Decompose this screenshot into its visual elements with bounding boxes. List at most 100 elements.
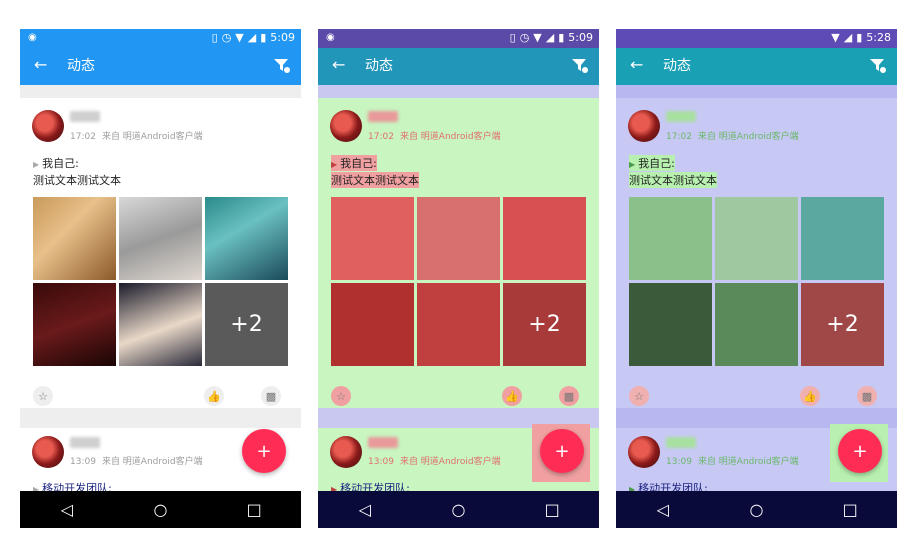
user-name-blurred [666,437,696,448]
avatar[interactable] [628,110,660,142]
back-arrow-icon[interactable]: ← [630,56,643,74]
square-recent-icon[interactable]: □ [540,498,564,522]
avatar[interactable] [330,436,362,468]
painting-image[interactable] [801,197,884,280]
post-text: 测试文本测试文本 [33,174,121,187]
portrait-image[interactable] [119,283,202,366]
post-card[interactable]: 17:02 来自 明道Android客户端 ▶ 我自己: 测试文本测试文本 +2 ☆… [318,98,599,408]
post-time: 17:02 [666,132,692,142]
cat-image[interactable] [119,197,202,280]
star-button[interactable]: ☆ [33,386,53,406]
like-button[interactable]: 👍 [800,386,820,406]
more-count: +2 [528,312,561,337]
more-count: +2 [230,312,263,337]
play-triangle-icon: ▶ [629,160,636,169]
avatar[interactable] [628,436,660,468]
post-meta: 13:09 来自 明道Android客户端 [70,454,203,467]
post-mention: ▶ 我自己: [33,157,79,170]
dark-poster-image[interactable] [629,283,712,366]
post-mention: ▶ 移动开发团队: [331,480,410,491]
play-triangle-icon: ▶ [33,160,40,169]
vibrate-icon: ▯ [509,31,516,44]
post-actions: ☆ 👍 ▩ [20,386,301,408]
post-time: 17:02 [70,132,96,142]
post-card[interactable]: 17:02 来自 明道Android客户端 ▶ 我自己: 测试文本测试文本 +2 ☆… [616,98,897,408]
signal-icon: ◢ [247,31,257,44]
user-name-blurred [368,437,398,448]
filter-icon[interactable] [571,57,589,75]
comment-button[interactable]: ▩ [261,386,281,406]
post-meta: 13:09 来自 明道Android客户端 [666,454,799,467]
user-name-blurred [70,111,100,122]
phone-screen-2: ◉ ▯ ◷ ▼ ◢ ▮ 5:09 ← 动态 17:02 来自 明道Android客… [318,29,599,528]
nav-bar: ◁ ○ □ [20,491,301,528]
dog-image[interactable] [629,197,712,280]
star-button[interactable]: ☆ [331,386,351,406]
dog-image[interactable] [33,197,116,280]
signal-icon: ◢ [545,31,555,44]
painting-image[interactable] [205,197,288,280]
dog-image[interactable] [331,197,414,280]
add-fab-button[interactable]: + [838,429,882,473]
battery-icon: ▮ [260,31,267,44]
triangle-back-icon[interactable]: ◁ [353,498,377,522]
add-fab-button[interactable]: + [540,429,584,473]
avatar[interactable] [330,110,362,142]
more-images-tile[interactable]: +2 [801,283,884,366]
app-bar: ← 动态 [616,48,897,85]
app-bar: ← 动态 [318,48,599,85]
wifi-icon: ▼ [235,31,244,44]
status-time: 5:28 [866,31,891,44]
status-time: 5:09 [568,31,593,44]
portrait-image[interactable] [715,283,798,366]
post-source: 来自 明道Android客户端 [101,457,203,467]
square-recent-icon[interactable]: □ [242,498,266,522]
add-fab-button[interactable]: + [242,429,286,473]
circle-home-icon[interactable]: ○ [148,498,172,522]
circle-home-icon[interactable]: ○ [446,498,470,522]
page-title: 动态 [67,58,95,74]
post-mention: ▶ 我自己: [331,155,377,171]
battery-icon: ▮ [558,31,565,44]
more-images-tile[interactable]: +2 [205,283,288,366]
dark-poster-image[interactable] [331,283,414,366]
triangle-back-icon[interactable]: ◁ [55,498,79,522]
post-time: 13:09 [70,457,96,467]
star-button[interactable]: ☆ [629,386,649,406]
post-mention: ▶ 我自己: [629,155,675,171]
triangle-back-icon[interactable]: ◁ [651,498,675,522]
user-name-blurred [70,437,100,448]
avatar[interactable] [32,436,64,468]
back-arrow-icon[interactable]: ← [34,56,47,74]
dark-poster-image[interactable] [33,283,116,366]
portrait-image[interactable] [417,283,500,366]
post-source: 来自 明道Android客户端 [697,457,799,467]
battery-icon: ▮ [856,31,863,44]
filter-icon[interactable] [273,57,291,75]
status-bar: ◉ ▯ ◷ ▼ ◢ ▮ 5:09 [318,29,599,48]
post-time: 13:09 [368,457,394,467]
like-button[interactable]: 👍 [204,386,224,406]
comment-button[interactable]: ▩ [857,386,877,406]
post-card[interactable]: 17:02 来自 明道Android客户端 ▶ 我自己: 测试文本测试文本 +2 ☆… [20,98,301,408]
square-recent-icon[interactable]: □ [838,498,862,522]
back-arrow-icon[interactable]: ← [332,56,345,74]
app-bar: ← 动态 [20,48,301,85]
post-meta: 13:09 来自 明道Android客户端 [368,454,501,467]
filter-icon[interactable] [869,57,887,75]
comment-button[interactable]: ▩ [559,386,579,406]
cat-image[interactable] [417,197,500,280]
more-images-tile[interactable]: +2 [503,283,586,366]
circle-home-icon[interactable]: ○ [744,498,768,522]
more-count: +2 [826,312,859,337]
painting-image[interactable] [503,197,586,280]
post-source: 来自 明道Android客户端 [101,132,203,142]
signal-icon: ◢ [843,31,853,44]
image-grid: +2 [33,197,289,367]
cat-image[interactable] [715,197,798,280]
android-icon: ◉ [28,32,37,43]
post-text: 测试文本测试文本 [629,172,717,188]
avatar[interactable] [32,110,64,142]
like-button[interactable]: 👍 [502,386,522,406]
vibrate-icon: ▯ [211,31,218,44]
